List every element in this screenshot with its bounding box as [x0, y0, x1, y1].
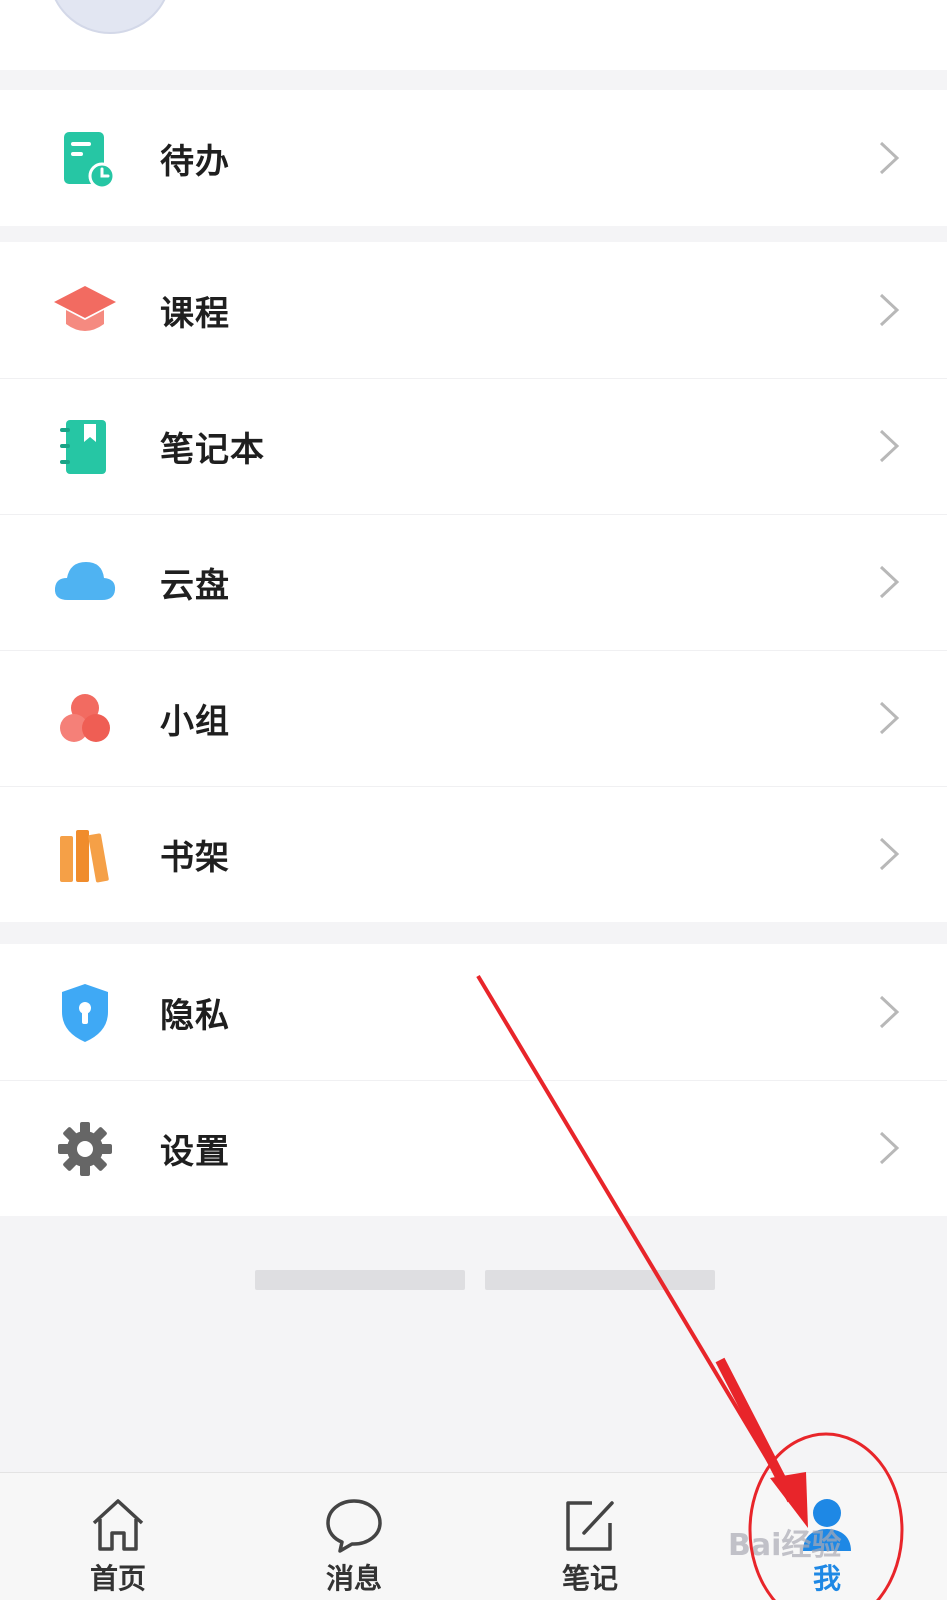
menu-item-cloud-drive[interactable]: 云盘: [0, 514, 947, 650]
menu-item-label: 小组: [160, 701, 230, 742]
chevron-right-icon: [879, 701, 900, 735]
profile-header: [0, 0, 947, 70]
tab-notes[interactable]: 笔记: [530, 1473, 650, 1600]
menu-item-label: 课程: [160, 293, 230, 334]
chevron-right-icon: [879, 429, 900, 463]
menu-group-todo: 待办: [0, 90, 947, 226]
tab-label: 笔记: [561, 1562, 618, 1595]
group-circles-icon: [60, 694, 110, 742]
edit-note-icon: [566, 1501, 614, 1551]
watermark: Bai经验: [728, 1528, 842, 1563]
menu-item-course[interactable]: 课程: [0, 242, 947, 378]
cloud-icon: [54, 562, 116, 600]
home-icon: [92, 1499, 144, 1551]
chat-bubble-icon: [326, 1499, 382, 1553]
menu-item-label: 云盘: [160, 565, 230, 606]
tab-label: 首页: [89, 1562, 146, 1595]
menu-item-notebook[interactable]: 笔记本: [0, 378, 947, 514]
menu-item-group[interactable]: 小组: [0, 650, 947, 786]
menu-item-label: 书架: [160, 837, 230, 878]
me-page: 待办 课程 笔记本 云盘 小组 书架 隐私 设置 首页 消息 笔记 我 Bai经…: [0, 0, 947, 1600]
obscured-text: [255, 1270, 465, 1290]
menu-item-settings[interactable]: 设置: [0, 1080, 947, 1216]
obscured-text: [485, 1270, 715, 1290]
notebook-icon: [60, 420, 106, 474]
tab-label: 消息: [325, 1562, 382, 1595]
menu-item-todo[interactable]: 待办: [0, 90, 947, 226]
chevron-right-icon: [879, 293, 900, 327]
menu-item-bookshelf[interactable]: 书架: [0, 786, 947, 922]
chevron-right-icon: [879, 995, 900, 1029]
chevron-right-icon: [879, 141, 900, 175]
menu-group-learning: 课程 笔记本 云盘 小组 书架: [0, 242, 947, 922]
chevron-right-icon: [879, 565, 900, 599]
avatar[interactable]: [48, 0, 172, 34]
shield-lock-icon: [62, 984, 108, 1042]
tab-messages[interactable]: 消息: [294, 1473, 414, 1600]
menu-group-system: 隐私 设置: [0, 944, 947, 1216]
tab-home[interactable]: 首页: [58, 1473, 178, 1600]
gear-icon: [58, 1122, 112, 1176]
todo-list-icon: [64, 132, 116, 190]
menu-item-label: 设置: [160, 1131, 230, 1172]
chevron-right-icon: [879, 1131, 900, 1165]
menu-item-label: 待办: [160, 141, 230, 182]
menu-item-privacy[interactable]: 隐私: [0, 944, 947, 1080]
menu-item-label: 隐私: [160, 995, 230, 1036]
chevron-right-icon: [879, 837, 900, 871]
graduation-cap-icon: [54, 286, 116, 331]
menu-item-label: 笔记本: [160, 429, 265, 470]
bookshelf-icon: [60, 830, 109, 883]
